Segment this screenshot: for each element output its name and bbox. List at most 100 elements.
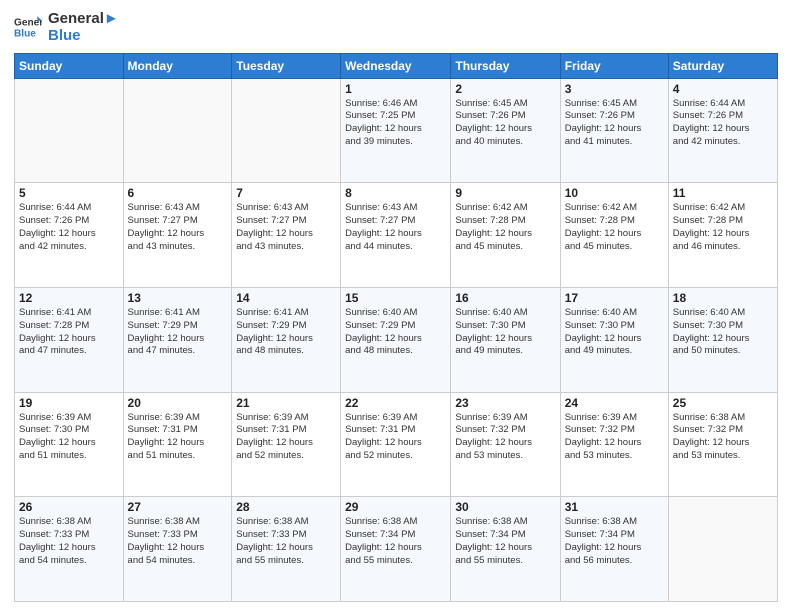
day-info: Sunrise: 6:46 AM Sunset: 7:25 PM Dayligh… [345, 98, 446, 149]
day-number: 20 [128, 396, 228, 410]
day-info: Sunrise: 6:38 AM Sunset: 7:33 PM Dayligh… [128, 516, 228, 567]
page: General Blue General► Blue SundayMondayT… [0, 0, 792, 612]
calendar-table: SundayMondayTuesdayWednesdayThursdayFrid… [14, 53, 778, 603]
logo-icon: General Blue [14, 13, 42, 41]
day-number: 12 [19, 291, 119, 305]
calendar-day-26: 26 Sunrise: 6:38 AM Sunset: 7:33 PM Dayli… [15, 497, 124, 602]
day-number: 9 [455, 186, 555, 200]
day-number: 11 [673, 186, 773, 200]
day-number: 5 [19, 186, 119, 200]
logo-blue: Blue [48, 27, 119, 44]
weekday-header-saturday: Saturday [668, 53, 777, 78]
day-info: Sunrise: 6:38 AM Sunset: 7:33 PM Dayligh… [19, 516, 119, 567]
day-info: Sunrise: 6:43 AM Sunset: 7:27 PM Dayligh… [345, 202, 446, 253]
weekday-header-friday: Friday [560, 53, 668, 78]
day-number: 25 [673, 396, 773, 410]
calendar-day-31: 31Sunrise: 6:38 AM Sunset: 7:34 PM Dayli… [560, 497, 668, 602]
calendar-day-20: 20 Sunrise: 6:39 AM Sunset: 7:31 PM Dayli… [123, 392, 232, 497]
day-number: 17 [565, 291, 664, 305]
day-info: Sunrise: 6:44 AM Sunset: 7:26 PM Dayligh… [673, 98, 773, 149]
day-number: 13 [128, 291, 228, 305]
weekday-header-monday: Monday [123, 53, 232, 78]
day-number: 14 [236, 291, 336, 305]
weekday-header-wednesday: Wednesday [341, 53, 451, 78]
calendar-day-12: 12 Sunrise: 6:41 AM Sunset: 7:28 PM Dayli… [15, 287, 124, 392]
svg-text:Blue: Blue [14, 29, 36, 40]
calendar-day-18: 18Sunrise: 6:40 AM Sunset: 7:30 PM Dayli… [668, 287, 777, 392]
day-info: Sunrise: 6:39 AM Sunset: 7:31 PM Dayligh… [236, 412, 336, 463]
calendar-week-row: 12 Sunrise: 6:41 AM Sunset: 7:28 PM Dayli… [15, 287, 778, 392]
header: General Blue General► Blue [14, 10, 778, 45]
calendar-day-23: 23 Sunrise: 6:39 AM Sunset: 7:32 PM Dayli… [451, 392, 560, 497]
day-number: 26 [19, 500, 119, 514]
calendar-day-1: 1 Sunrise: 6:46 AM Sunset: 7:25 PM Daylig… [341, 78, 451, 183]
calendar-day-29: 29Sunrise: 6:38 AM Sunset: 7:34 PM Dayli… [341, 497, 451, 602]
calendar-day-19: 19 Sunrise: 6:39 AM Sunset: 7:30 PM Dayli… [15, 392, 124, 497]
day-info: Sunrise: 6:39 AM Sunset: 7:31 PM Dayligh… [345, 412, 446, 463]
calendar-week-row: 26 Sunrise: 6:38 AM Sunset: 7:33 PM Dayli… [15, 497, 778, 602]
day-number: 7 [236, 186, 336, 200]
day-number: 1 [345, 82, 446, 96]
calendar-day-17: 17 Sunrise: 6:40 AM Sunset: 7:30 PM Dayli… [560, 287, 668, 392]
day-info: Sunrise: 6:40 AM Sunset: 7:30 PM Dayligh… [455, 307, 555, 358]
day-info: Sunrise: 6:39 AM Sunset: 7:31 PM Dayligh… [128, 412, 228, 463]
day-number: 27 [128, 500, 228, 514]
calendar-day-11: 11 Sunrise: 6:42 AM Sunset: 7:28 PM Dayli… [668, 183, 777, 288]
day-number: 29 [345, 500, 446, 514]
day-info: Sunrise: 6:42 AM Sunset: 7:28 PM Dayligh… [455, 202, 555, 253]
calendar-day-22: 22 Sunrise: 6:39 AM Sunset: 7:31 PM Dayli… [341, 392, 451, 497]
day-number: 10 [565, 186, 664, 200]
day-info: Sunrise: 6:39 AM Sunset: 7:30 PM Dayligh… [19, 412, 119, 463]
calendar-day-6: 6 Sunrise: 6:43 AM Sunset: 7:27 PM Daylig… [123, 183, 232, 288]
day-number: 16 [455, 291, 555, 305]
day-number: 31 [565, 500, 664, 514]
day-number: 18 [673, 291, 773, 305]
day-info: Sunrise: 6:42 AM Sunset: 7:28 PM Dayligh… [565, 202, 664, 253]
calendar-day-10: 10 Sunrise: 6:42 AM Sunset: 7:28 PM Dayli… [560, 183, 668, 288]
day-info: Sunrise: 6:40 AM Sunset: 7:29 PM Dayligh… [345, 307, 446, 358]
calendar-day-3: 3Sunrise: 6:45 AM Sunset: 7:26 PM Daylig… [560, 78, 668, 183]
day-info: Sunrise: 6:38 AM Sunset: 7:33 PM Dayligh… [236, 516, 336, 567]
calendar-day-15: 15 Sunrise: 6:40 AM Sunset: 7:29 PM Dayli… [341, 287, 451, 392]
calendar-day-4: 4Sunrise: 6:44 AM Sunset: 7:26 PM Daylig… [668, 78, 777, 183]
calendar-day-27: 27 Sunrise: 6:38 AM Sunset: 7:33 PM Dayli… [123, 497, 232, 602]
day-number: 15 [345, 291, 446, 305]
calendar-day-21: 21 Sunrise: 6:39 AM Sunset: 7:31 PM Dayli… [232, 392, 341, 497]
day-info: Sunrise: 6:45 AM Sunset: 7:26 PM Dayligh… [565, 98, 664, 149]
calendar-day-7: 7 Sunrise: 6:43 AM Sunset: 7:27 PM Daylig… [232, 183, 341, 288]
calendar-day-28: 28Sunrise: 6:38 AM Sunset: 7:33 PM Dayli… [232, 497, 341, 602]
logo: General Blue General► Blue [14, 10, 119, 45]
day-number: 19 [19, 396, 119, 410]
day-number: 22 [345, 396, 446, 410]
day-number: 6 [128, 186, 228, 200]
day-info: Sunrise: 6:42 AM Sunset: 7:28 PM Dayligh… [673, 202, 773, 253]
day-info: Sunrise: 6:45 AM Sunset: 7:26 PM Dayligh… [455, 98, 555, 149]
day-info: Sunrise: 6:38 AM Sunset: 7:34 PM Dayligh… [455, 516, 555, 567]
calendar-day-25: 25 Sunrise: 6:38 AM Sunset: 7:32 PM Dayli… [668, 392, 777, 497]
calendar-day-8: 8 Sunrise: 6:43 AM Sunset: 7:27 PM Daylig… [341, 183, 451, 288]
calendar-week-row: 1 Sunrise: 6:46 AM Sunset: 7:25 PM Daylig… [15, 78, 778, 183]
day-info: Sunrise: 6:38 AM Sunset: 7:32 PM Dayligh… [673, 412, 773, 463]
day-info: Sunrise: 6:43 AM Sunset: 7:27 PM Dayligh… [128, 202, 228, 253]
calendar-day-13: 13Sunrise: 6:41 AM Sunset: 7:29 PM Dayli… [123, 287, 232, 392]
day-number: 23 [455, 396, 555, 410]
logo-text: General► [48, 10, 119, 27]
weekday-header-thursday: Thursday [451, 53, 560, 78]
weekday-header-sunday: Sunday [15, 53, 124, 78]
day-number: 2 [455, 82, 555, 96]
calendar-empty-cell [668, 497, 777, 602]
day-number: 21 [236, 396, 336, 410]
calendar-day-24: 24Sunrise: 6:39 AM Sunset: 7:32 PM Dayli… [560, 392, 668, 497]
day-info: Sunrise: 6:44 AM Sunset: 7:26 PM Dayligh… [19, 202, 119, 253]
weekday-header-tuesday: Tuesday [232, 53, 341, 78]
calendar-week-row: 5 Sunrise: 6:44 AM Sunset: 7:26 PM Daylig… [15, 183, 778, 288]
day-info: Sunrise: 6:41 AM Sunset: 7:28 PM Dayligh… [19, 307, 119, 358]
calendar-day-2: 2 Sunrise: 6:45 AM Sunset: 7:26 PM Daylig… [451, 78, 560, 183]
day-number: 8 [345, 186, 446, 200]
day-info: Sunrise: 6:43 AM Sunset: 7:27 PM Dayligh… [236, 202, 336, 253]
day-info: Sunrise: 6:39 AM Sunset: 7:32 PM Dayligh… [565, 412, 664, 463]
day-info: Sunrise: 6:39 AM Sunset: 7:32 PM Dayligh… [455, 412, 555, 463]
calendar-week-row: 19 Sunrise: 6:39 AM Sunset: 7:30 PM Dayli… [15, 392, 778, 497]
calendar-empty-cell [232, 78, 341, 183]
day-info: Sunrise: 6:40 AM Sunset: 7:30 PM Dayligh… [565, 307, 664, 358]
